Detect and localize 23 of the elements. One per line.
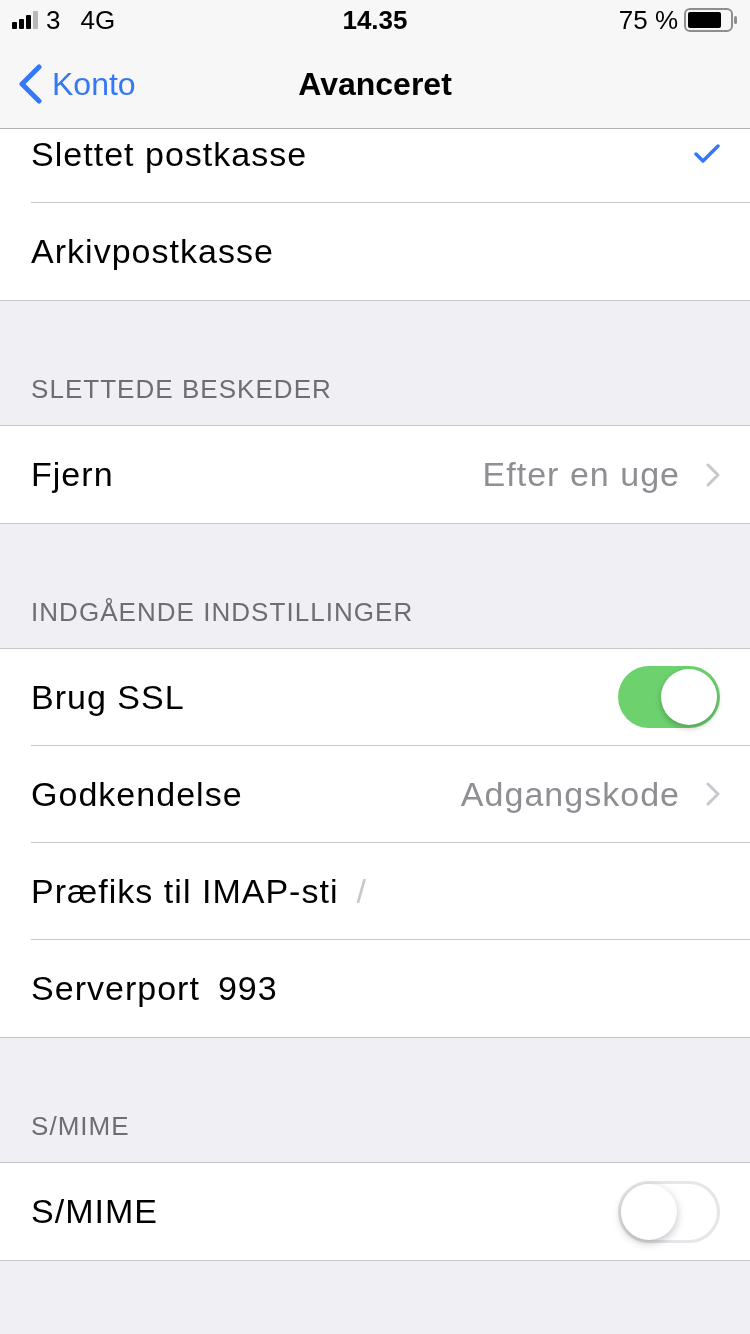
text-field[interactable]: 993 [217, 966, 720, 1011]
battery-icon [684, 8, 738, 32]
setting-label: S/MIME [31, 1191, 158, 1232]
signal-icon [12, 11, 38, 29]
chevron-icon [706, 462, 720, 487]
text-field[interactable]: / [356, 869, 720, 913]
network-type: 4G [80, 3, 116, 37]
carrier-name: 3 [46, 3, 61, 37]
section-header: SLETTEDE BESKEDER [31, 373, 332, 406]
toggle-switch[interactable] [618, 1180, 720, 1243]
setting-label: Brug SSL [31, 676, 185, 718]
battery-percent: 75 % [618, 3, 678, 37]
back-chevron-icon [18, 64, 42, 104]
back-button[interactable]: Konto [0, 60, 136, 108]
screen-title: Avanceret [298, 65, 452, 104]
field-label: Serverport [31, 968, 200, 1009]
field-label: Præfiks til IMAP-sti [31, 870, 339, 912]
clock-time: 14.35 [342, 3, 408, 37]
toggle-switch[interactable] [618, 666, 720, 728]
section-header: INDGÅENDE INDSTILLINGER [31, 596, 414, 629]
checkmark-icon [694, 144, 720, 164]
section-header: S/MIME [31, 1110, 130, 1143]
chevron-icon [706, 782, 720, 806]
